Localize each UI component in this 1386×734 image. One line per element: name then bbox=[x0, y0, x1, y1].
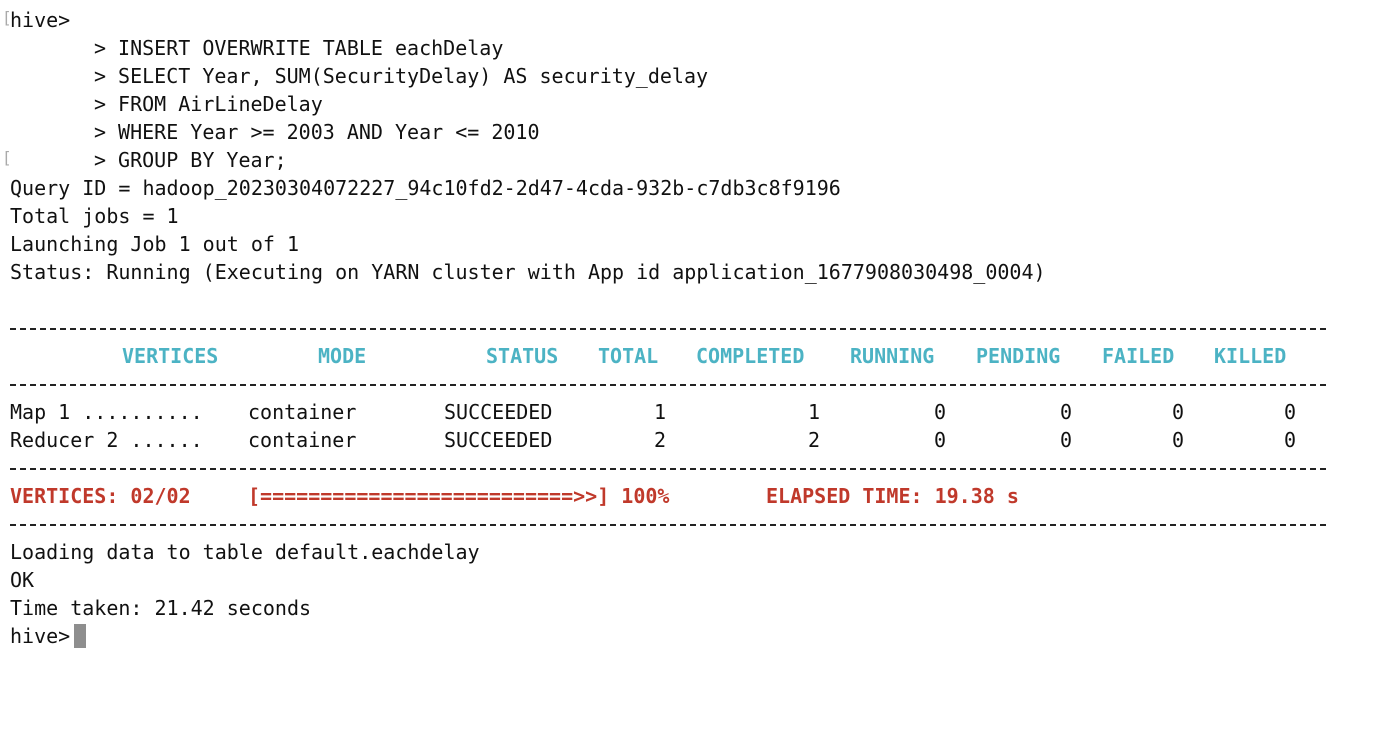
cell-pending: 0 bbox=[1060, 400, 1073, 424]
text-cursor bbox=[74, 624, 87, 648]
table-divider bbox=[10, 468, 1326, 470]
query-text: INSERT OVERWRITE TABLE eachDelay bbox=[118, 36, 504, 60]
progress-bar: [==========================>>] 100% bbox=[248, 484, 670, 508]
table-divider bbox=[10, 328, 1326, 330]
launching-job-line: Launching Job 1 out of 1 bbox=[10, 232, 299, 256]
table-row: Reducer 2 ...... container SUCCEEDED 2 2… bbox=[10, 426, 1326, 454]
final-prompt-line[interactable]: hive> bbox=[10, 622, 87, 650]
table-divider bbox=[10, 524, 1326, 526]
cell-total: 1 bbox=[654, 400, 667, 424]
cell-status: SUCCEEDED bbox=[444, 400, 553, 424]
cell-pending: 0 bbox=[1060, 428, 1073, 452]
header-total: TOTAL bbox=[598, 344, 659, 368]
terminal-window[interactable]: [ hive> > INSERT OVERWRITE TABLE eachDela… bbox=[0, 0, 1386, 672]
continuation-prompt: > bbox=[94, 120, 107, 144]
status-running-line: Status: Running (Executing on YARN clust… bbox=[10, 260, 1046, 284]
header-pending: PENDING bbox=[976, 344, 1061, 368]
continuation-prompt: > bbox=[94, 36, 107, 60]
loading-data-line: Loading data to table default.eachdelay bbox=[10, 540, 480, 564]
header-mode: MODE bbox=[318, 344, 367, 368]
query-text: FROM AirLineDelay bbox=[118, 92, 323, 116]
cell-vertex: Reducer 2 ...... bbox=[10, 428, 203, 452]
time-taken-line: Time taken: 21.42 seconds bbox=[10, 596, 312, 620]
query-line: > FROM AirLineDelay bbox=[94, 90, 323, 118]
line-marker: [ bbox=[2, 148, 12, 167]
hive-prompt: hive> bbox=[10, 8, 71, 32]
cell-mode: container bbox=[248, 428, 357, 452]
query-line: > INSERT OVERWRITE TABLE eachDelay bbox=[94, 34, 503, 62]
table-divider bbox=[10, 384, 1326, 386]
table-header-row: VERTICES MODE STATUS TOTAL COMPLETED RUN… bbox=[10, 342, 1326, 370]
header-failed: FAILED bbox=[1102, 344, 1175, 368]
header-running: RUNNING bbox=[850, 344, 935, 368]
table-row: Map 1 .......... container SUCCEEDED 1 1… bbox=[10, 398, 1326, 426]
vertices-count: VERTICES: 02/02 bbox=[10, 484, 191, 508]
ok-line: OK bbox=[10, 568, 35, 592]
header-completed: COMPLETED bbox=[696, 344, 805, 368]
cell-killed: 0 bbox=[1284, 428, 1297, 452]
cell-completed: 1 bbox=[808, 400, 821, 424]
cell-running: 0 bbox=[934, 400, 947, 424]
cell-failed: 0 bbox=[1172, 428, 1185, 452]
cell-vertex: Map 1 .......... bbox=[10, 400, 203, 424]
query-line: > WHERE Year >= 2003 AND Year <= 2010 bbox=[94, 118, 539, 146]
progress-line: VERTICES: 02/02 [=======================… bbox=[10, 482, 1326, 510]
total-jobs-line: Total jobs = 1 bbox=[10, 204, 179, 228]
continuation-prompt: > bbox=[94, 64, 107, 88]
query-line: > GROUP BY Year; bbox=[94, 146, 287, 174]
header-killed: KILLED bbox=[1214, 344, 1287, 368]
continuation-prompt: > bbox=[94, 92, 107, 116]
query-line: > SELECT Year, SUM(SecurityDelay) AS secu… bbox=[94, 62, 708, 90]
cell-failed: 0 bbox=[1172, 400, 1185, 424]
cell-running: 0 bbox=[934, 428, 947, 452]
hive-prompt: hive> bbox=[10, 624, 71, 648]
cell-total: 2 bbox=[654, 428, 667, 452]
query-text: WHERE Year >= 2003 AND Year <= 2010 bbox=[118, 120, 540, 144]
elapsed-time: ELAPSED TIME: 19.38 s bbox=[766, 484, 1019, 508]
header-vertices: VERTICES bbox=[122, 344, 219, 368]
query-text: SELECT Year, SUM(SecurityDelay) AS secur… bbox=[118, 64, 709, 88]
continuation-prompt: > bbox=[94, 148, 107, 172]
cell-killed: 0 bbox=[1284, 400, 1297, 424]
header-status: STATUS bbox=[486, 344, 559, 368]
cell-status: SUCCEEDED bbox=[444, 428, 553, 452]
cell-mode: container bbox=[248, 400, 357, 424]
cell-completed: 2 bbox=[808, 428, 821, 452]
query-text: GROUP BY Year; bbox=[118, 148, 287, 172]
query-id-line: Query ID = hadoop_20230304072227_94c10fd… bbox=[10, 176, 841, 200]
